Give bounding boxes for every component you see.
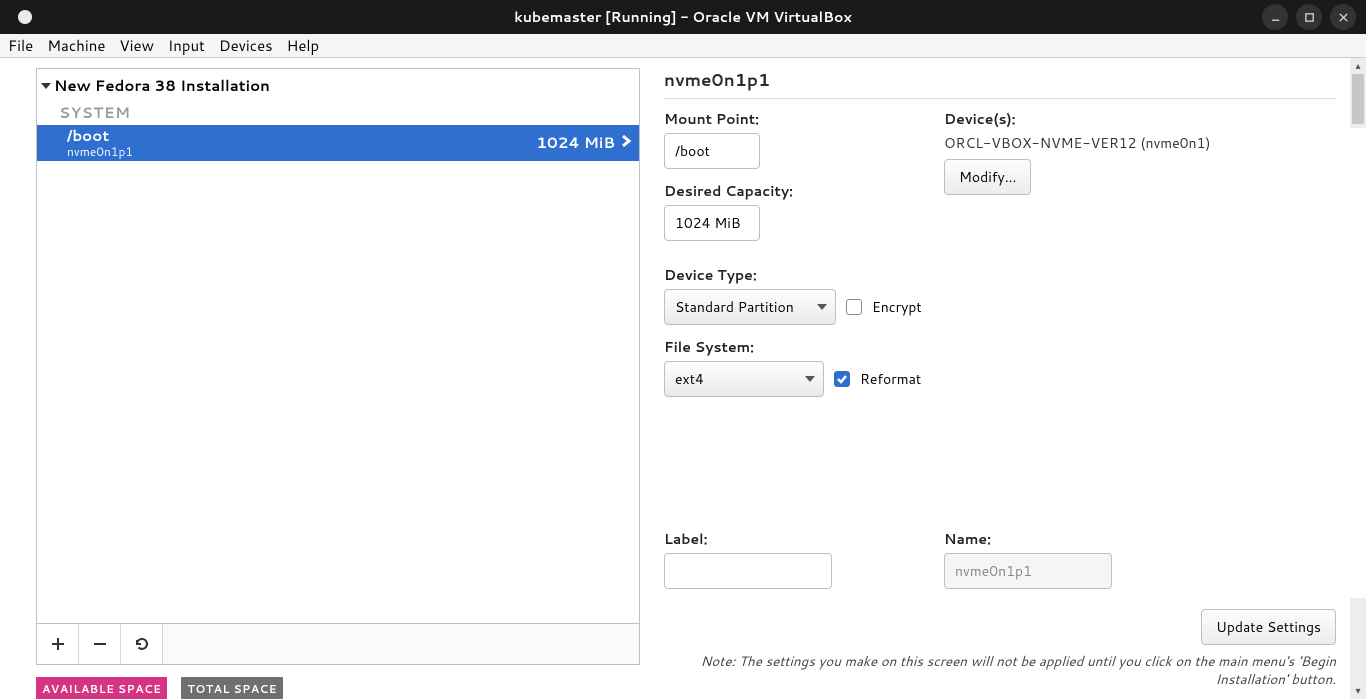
encrypt-checkbox[interactable] <box>846 299 862 315</box>
menu-file[interactable]: File <box>8 35 33 56</box>
tree-item-size: 1024 MiB <box>536 132 615 153</box>
menu-devices[interactable]: Devices <box>219 35 273 56</box>
tree-item-mount: /boot <box>67 128 536 145</box>
device-type-select[interactable]: Standard Partition <box>664 289 836 325</box>
partition-tree: New Fedora 38 Installation SYSTEM /boot … <box>36 68 640 623</box>
partition-list-panel: New Fedora 38 Installation SYSTEM /boot … <box>36 58 640 699</box>
minimize-button[interactable] <box>1262 4 1288 30</box>
filesystem-value: ext4 <box>675 369 704 389</box>
mount-point-input[interactable] <box>664 133 760 169</box>
partition-details-panel: nvme0n1p1 Mount Point: Desired Capacity:… <box>640 58 1366 699</box>
caret-down-icon <box>41 83 51 89</box>
add-partition-button[interactable] <box>37 624 79 664</box>
close-button[interactable] <box>1330 4 1356 30</box>
window-titlebar: kubemaster [Running] - Oracle VM Virtual… <box>0 0 1366 34</box>
desired-capacity-label: Desired Capacity: <box>664 181 944 201</box>
window-controls <box>1262 4 1366 30</box>
space-tags: AVAILABLE SPACE TOTAL SPACE <box>36 677 640 699</box>
chevron-down-icon <box>805 376 815 382</box>
label-input[interactable] <box>664 553 832 589</box>
menubar: File Machine View Input Devices Help <box>0 34 1366 58</box>
reformat-checkbox[interactable] <box>834 371 850 387</box>
app-indicator-icon <box>18 10 32 24</box>
settings-note: Note: The settings you make on this scre… <box>664 653 1336 689</box>
filesystem-label: File System: <box>664 337 944 357</box>
window-title: kubemaster [Running] - Oracle VM Virtual… <box>514 7 851 27</box>
left-gutter <box>0 58 36 699</box>
tree-header-label: New Fedora 38 Installation <box>54 75 270 96</box>
device-type-label: Device Type: <box>664 265 944 285</box>
reformat-label: Reformat <box>860 369 921 389</box>
scroll-down-icon[interactable]: ▾ <box>1350 683 1366 699</box>
modify-devices-button[interactable]: Modify... <box>944 159 1031 195</box>
tree-toolbar <box>36 623 640 665</box>
devices-value: ORCL-VBOX-NVME-VER12 (nvme0n1) <box>944 133 1336 153</box>
maximize-button[interactable] <box>1296 4 1322 30</box>
name-field-label: Name: <box>944 529 1336 549</box>
tree-section-system: SYSTEM <box>37 98 639 125</box>
available-space-tag: AVAILABLE SPACE <box>36 677 167 699</box>
reload-button[interactable] <box>121 624 163 664</box>
tree-item-device: nvme0n1p1 <box>67 145 536 158</box>
device-type-value: Standard Partition <box>675 297 794 317</box>
menu-view[interactable]: View <box>119 35 154 56</box>
label-field-label: Label: <box>664 529 944 549</box>
menu-help[interactable]: Help <box>287 35 320 56</box>
update-settings-button[interactable]: Update Settings <box>1201 609 1336 645</box>
details-title: nvme0n1p1 <box>664 68 1336 99</box>
filesystem-select[interactable]: ext4 <box>664 361 824 397</box>
workspace: New Fedora 38 Installation SYSTEM /boot … <box>0 58 1366 699</box>
total-space-tag: TOTAL SPACE <box>181 677 283 699</box>
desired-capacity-input[interactable] <box>664 205 760 241</box>
vertical-scrollbar[interactable]: ▴ ▾ <box>1350 58 1366 699</box>
name-input <box>944 553 1112 589</box>
devices-label: Device(s): <box>944 109 1336 129</box>
menu-machine[interactable]: Machine <box>47 35 105 56</box>
tree-item-boot[interactable]: /boot nvme0n1p1 1024 MiB <box>37 125 639 161</box>
tree-header[interactable]: New Fedora 38 Installation <box>37 69 639 98</box>
chevron-right-icon <box>619 131 633 154</box>
mount-point-label: Mount Point: <box>664 109 944 129</box>
scroll-up-icon[interactable]: ▴ <box>1350 58 1366 74</box>
chevron-down-icon <box>817 304 827 310</box>
scrollbar-thumb[interactable] <box>1352 74 1364 124</box>
encrypt-label: Encrypt <box>872 297 922 317</box>
menu-input[interactable]: Input <box>168 35 205 56</box>
remove-partition-button[interactable] <box>79 624 121 664</box>
